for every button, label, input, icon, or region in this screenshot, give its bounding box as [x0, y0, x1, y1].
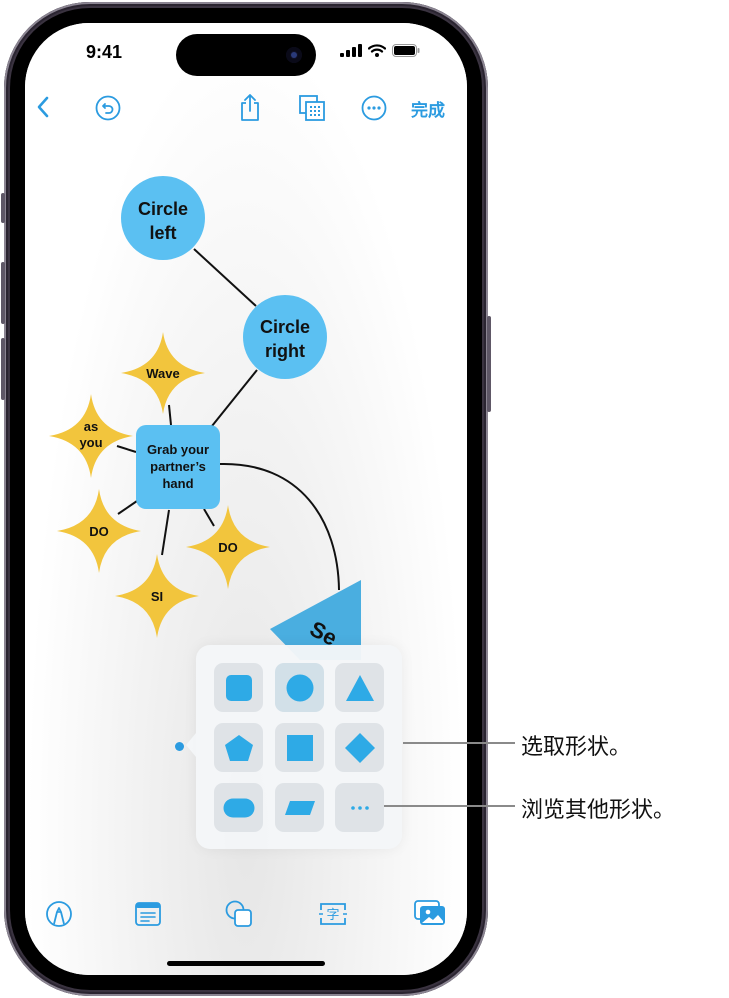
grid-view-icon[interactable] — [298, 94, 326, 122]
connection-anchor-handle[interactable] — [175, 742, 184, 751]
chevron-left-icon[interactable] — [36, 96, 50, 118]
signal-icon — [340, 44, 362, 57]
dynamic-island — [176, 34, 316, 76]
shape-picker-popover — [186, 645, 402, 849]
parallelogram-icon — [284, 800, 315, 815]
done-button[interactable]: 完成 — [411, 96, 445, 121]
pen-icon[interactable] — [45, 900, 73, 928]
circle-icon — [286, 674, 313, 701]
action-button — [1, 193, 5, 223]
shape-option-parallelogram[interactable] — [275, 783, 324, 832]
volume-down-button — [1, 338, 5, 400]
note-card-icon[interactable] — [135, 902, 161, 926]
wifi-icon — [368, 44, 386, 57]
undo-icon[interactable] — [95, 95, 121, 121]
pill-icon — [223, 798, 254, 817]
battery-icon — [392, 44, 420, 57]
shape-option-more[interactable] — [335, 783, 384, 832]
shape-option-triangle[interactable] — [335, 663, 384, 712]
callout-line-browse — [384, 805, 515, 807]
shape-option-square[interactable] — [275, 723, 324, 772]
camera-icon — [286, 47, 302, 63]
text-glyph: 字 — [326, 908, 339, 923]
ellipsis-icon — [350, 805, 369, 810]
ellipsis-circle-icon[interactable] — [361, 95, 387, 121]
volume-up-button — [1, 262, 5, 324]
shape-option-rounded-square[interactable] — [214, 663, 263, 712]
callout-select-shape: 选取形状。 — [521, 735, 632, 760]
status-time: 9:41 — [86, 42, 123, 62]
shapes-icon[interactable] — [225, 900, 253, 928]
share-icon[interactable] — [238, 92, 262, 122]
diamond-icon — [344, 732, 375, 763]
callout-line-select — [403, 742, 515, 744]
media-icon[interactable] — [414, 900, 446, 926]
home-indicator[interactable] — [167, 961, 325, 966]
triangle-icon — [345, 674, 374, 701]
square-icon — [286, 734, 313, 761]
rounded-square-icon — [225, 674, 252, 701]
shape-option-pentagon[interactable] — [214, 723, 263, 772]
callout-browse-shapes: 浏览其他形状。 — [521, 798, 676, 823]
power-button — [487, 316, 491, 412]
status-icons — [340, 44, 420, 57]
shape-option-pill[interactable] — [214, 783, 263, 832]
pentagon-icon — [224, 734, 253, 761]
text-box-icon[interactable]: 字 — [318, 902, 348, 926]
shape-option-circle[interactable] — [275, 663, 324, 712]
shape-option-diamond[interactable] — [335, 723, 384, 772]
